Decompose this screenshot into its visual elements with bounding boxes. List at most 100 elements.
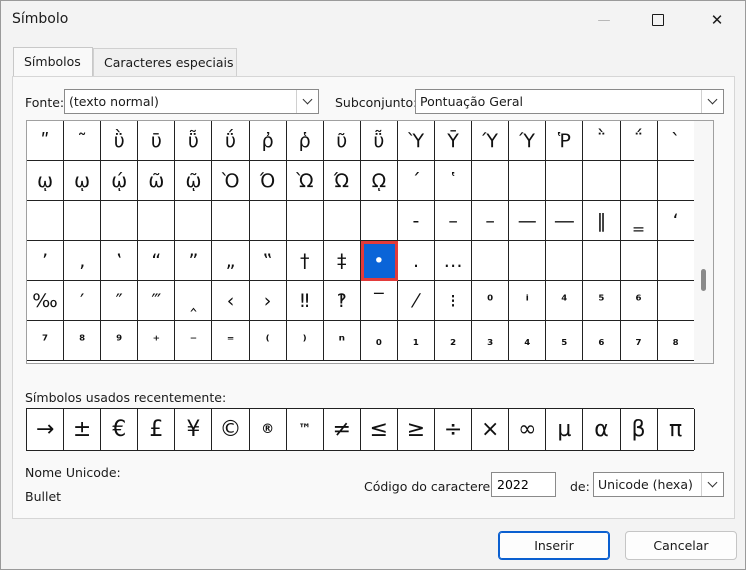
subset-dropdown-button[interactable] (701, 90, 723, 113)
symbol-cell[interactable]: ‡ (323, 241, 361, 281)
symbol-cell[interactable] (101, 201, 139, 241)
close-button[interactable]: ✕ (694, 1, 740, 39)
symbol-cell[interactable] (583, 161, 621, 201)
symbol-cell[interactable] (138, 201, 176, 241)
symbol-cell[interactable]: – (472, 201, 510, 241)
char-code-field[interactable] (492, 473, 555, 496)
symbol-cell[interactable]: ⁱ (509, 281, 547, 321)
symbol-cell[interactable]: Ὺ (397, 121, 436, 161)
symbol-cell[interactable]: Ύ (472, 121, 510, 161)
symbol-cell[interactable]: ‟ (249, 241, 287, 281)
symbol-cell[interactable]: Ώ (323, 161, 361, 201)
symbol-cell[interactable] (472, 241, 510, 281)
symbol-cell[interactable] (360, 201, 398, 241)
symbol-cell[interactable]: ῷ (175, 161, 213, 201)
symbol-cell[interactable] (620, 241, 658, 281)
symbol-grid-scrollbar[interactable] (694, 121, 713, 363)
recent-symbol-cell[interactable]: → (27, 409, 65, 450)
symbol-cell[interactable] (27, 201, 65, 241)
symbol-cell[interactable]: ⁸ (64, 321, 102, 361)
recent-symbol-cell[interactable]: ≥ (398, 409, 436, 450)
symbol-cell[interactable]: ‸ (175, 281, 213, 321)
symbol-cell[interactable]: ‴ (138, 281, 176, 321)
symbol-cell[interactable]: ῧ (360, 121, 398, 161)
symbol-cell[interactable]: ‽ (323, 281, 361, 321)
symbol-cell[interactable]: ⁄ (397, 281, 436, 321)
symbol-cell[interactable]: ⁷ (27, 321, 65, 361)
symbol-cell[interactable]: ῴ (101, 161, 139, 201)
symbol-cell[interactable]: ‚ (64, 241, 102, 281)
symbol-cell[interactable]: ₅ (546, 321, 584, 361)
symbol-cell[interactable]: ῡ (138, 121, 176, 161)
recent-symbol-cell[interactable]: α (583, 409, 621, 450)
symbol-cell[interactable] (64, 201, 102, 241)
maximize-button[interactable] (635, 1, 681, 39)
symbol-cell[interactable]: ‖ (583, 201, 621, 241)
symbol-cell[interactable] (175, 201, 213, 241)
symbol-cell[interactable]: ⁿ (323, 321, 361, 361)
symbol-cell[interactable]: ῤ (249, 121, 287, 161)
symbol-cell[interactable]: ’ (27, 241, 65, 281)
symbol-cell[interactable]: ΅ (620, 121, 658, 161)
symbol-cell[interactable]: ῀ (64, 121, 102, 161)
recent-symbol-cell[interactable]: ± (64, 409, 102, 450)
insert-button[interactable]: Inserir (498, 531, 610, 560)
symbol-cell[interactable]: ― (546, 201, 584, 241)
recent-symbol-cell[interactable]: ≠ (324, 409, 361, 450)
symbol-cell[interactable] (509, 241, 547, 281)
symbol-cell[interactable]: ⁶ (620, 281, 658, 321)
symbol-cell[interactable] (212, 201, 250, 241)
recent-symbol-cell[interactable]: ¥ (175, 409, 213, 450)
symbol-cell[interactable]: Ό (249, 161, 287, 201)
symbol-cell[interactable]: — (509, 201, 547, 241)
symbol-cell[interactable]: ⁺ (138, 321, 176, 361)
symbol-cell[interactable]: › (249, 281, 287, 321)
symbol-cell[interactable]: ‐ (397, 201, 436, 241)
symbol-cell[interactable] (546, 241, 584, 281)
symbol-cell[interactable]: . (397, 241, 436, 281)
symbol-cell[interactable]: • (360, 241, 398, 281)
symbol-cell[interactable]: ₈ (657, 321, 695, 361)
symbol-cell[interactable]: ῢ (101, 121, 139, 161)
recent-symbol-cell[interactable]: ∞ (509, 409, 547, 450)
symbol-cell[interactable]: ‰ (27, 281, 65, 321)
symbol-cell[interactable]: ῾ (435, 161, 473, 201)
symbol-cell[interactable]: ₀ (360, 321, 398, 361)
symbol-cell[interactable] (509, 161, 547, 201)
symbol-cell[interactable]: ῳ (64, 161, 102, 201)
symbol-cell[interactable]: ῭ (583, 121, 621, 161)
symbol-cell[interactable] (323, 201, 361, 241)
tab-caracteres-especiais[interactable]: Caracteres especiais (93, 48, 237, 77)
symbol-cell[interactable]: ῼ (360, 161, 398, 201)
symbol-cell[interactable]: ⁽ (249, 321, 287, 361)
symbol-cell[interactable]: “ (138, 241, 176, 281)
symbol-cell[interactable]: – (435, 201, 473, 241)
symbol-cell[interactable]: ‛ (101, 241, 139, 281)
symbol-cell[interactable]: ⁴ (546, 281, 584, 321)
symbol-cell[interactable]: ‹ (212, 281, 250, 321)
recent-symbol-cell[interactable]: ™ (287, 409, 324, 450)
from-select[interactable]: Unicode (hexa) (593, 472, 724, 497)
symbol-cell[interactable]: † (286, 241, 324, 281)
recent-symbol-cell[interactable]: µ (546, 409, 584, 450)
recent-symbol-cell[interactable]: ÷ (435, 409, 473, 450)
symbol-cell[interactable]: ῥ (286, 121, 324, 161)
symbol-cell[interactable] (249, 201, 287, 241)
symbol-cell[interactable]: Ύ (509, 121, 547, 161)
symbol-cell[interactable]: ₄ (509, 321, 547, 361)
symbol-cell[interactable]: ⁝ (435, 281, 473, 321)
tab-simbolos[interactable]: Símbolos (13, 47, 93, 77)
recent-symbol-cell[interactable]: © (212, 409, 250, 450)
symbol-cell[interactable]: … (435, 241, 473, 281)
symbol-cell[interactable]: ⁼ (212, 321, 250, 361)
symbol-cell[interactable]: ₁ (397, 321, 436, 361)
recent-symbol-cell[interactable]: π (658, 409, 695, 450)
symbol-cell[interactable] (657, 281, 695, 321)
symbol-cell[interactable]: ⁵ (583, 281, 621, 321)
recent-symbol-cell[interactable]: € (101, 409, 139, 450)
symbol-cell[interactable]: ‗ (620, 201, 658, 241)
symbol-cell[interactable]: ⁰ (472, 281, 510, 321)
symbol-cell[interactable]: Ῥ (546, 121, 584, 161)
symbol-cell[interactable] (620, 161, 658, 201)
recent-symbol-cell[interactable]: ≤ (361, 409, 398, 450)
